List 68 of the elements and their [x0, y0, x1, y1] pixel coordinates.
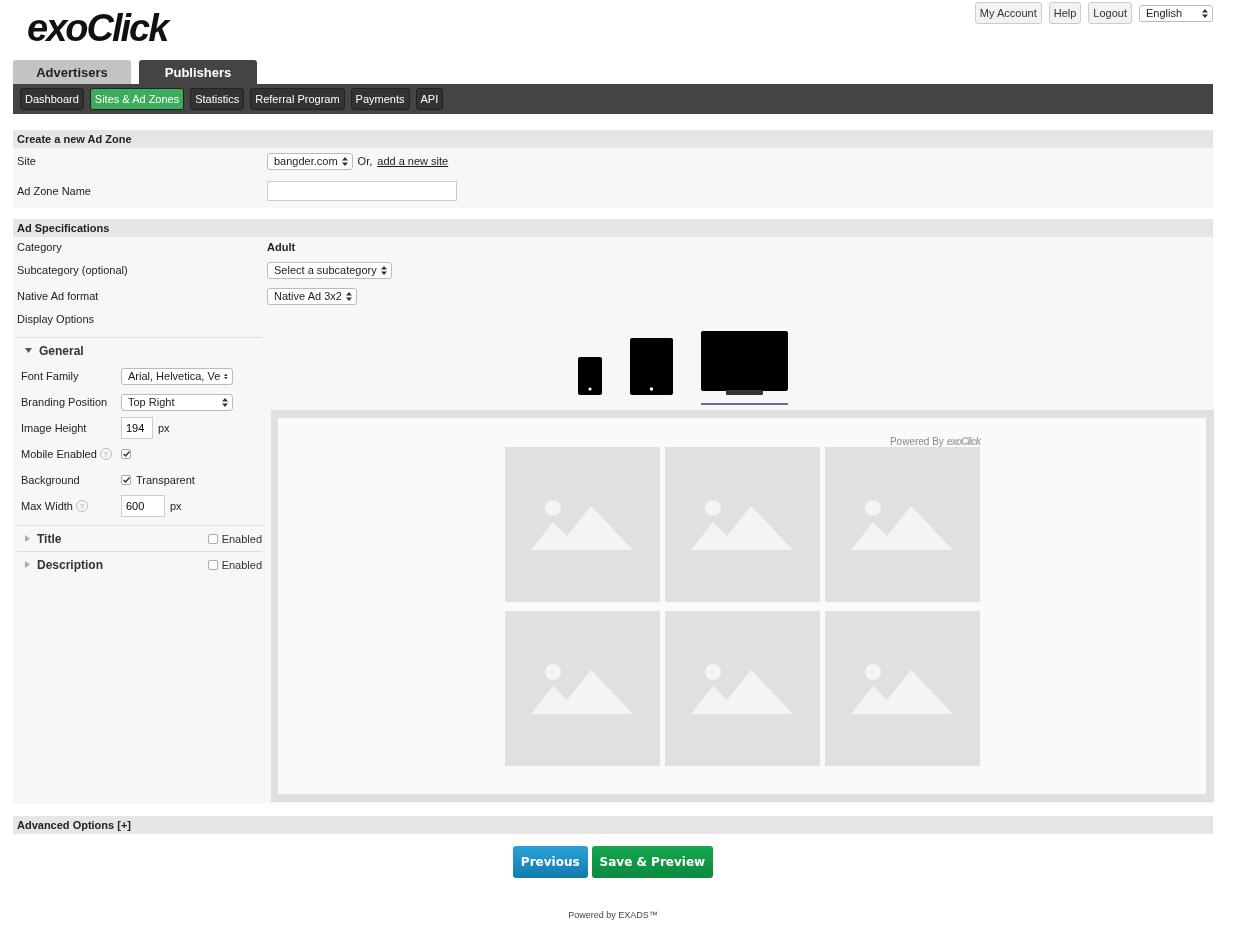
field-label: Max Width	[21, 500, 73, 512]
powered-by-text: Powered By	[889, 435, 944, 447]
checkbox-label: Enabled	[221, 532, 262, 545]
checkbox[interactable]	[207, 533, 218, 544]
header-button[interactable]: Logout	[1088, 2, 1132, 24]
updown-icon	[224, 371, 228, 381]
field-label: Font Family	[21, 370, 79, 382]
panel-title[interactable]: Description	[37, 557, 103, 572]
nav-button[interactable]: Statistics	[190, 88, 245, 110]
checkbox[interactable]	[121, 449, 131, 459]
monitor-icon	[700, 331, 788, 395]
field-label: Subcategory (optional)	[17, 264, 129, 276]
zone-name-field[interactable]	[267, 181, 457, 201]
field-label: Site	[17, 155, 37, 167]
unit-label: px	[158, 422, 170, 434]
checkbox-label: Transparent	[136, 474, 195, 486]
select-field[interactable]: bangder.com	[267, 152, 353, 170]
nav-button[interactable]: API	[415, 88, 444, 110]
field-label: Ad Zone Name	[17, 185, 92, 197]
caret-right-icon	[25, 561, 30, 568]
advanced-options-toggle[interactable]: Advanced Options [+]	[13, 816, 1213, 834]
footer-text: Powered by EXADS™	[568, 910, 658, 920]
tab[interactable]: Publishers	[139, 60, 257, 84]
select-field[interactable]: Select a subcategory	[267, 261, 392, 279]
panel-title[interactable]: General	[39, 343, 84, 358]
field-label: Mobile Enabled	[21, 448, 97, 460]
updown-icon	[380, 265, 387, 275]
select-field[interactable]: English	[1139, 4, 1213, 22]
updown-icon	[341, 156, 348, 166]
caret-right-icon	[25, 535, 30, 542]
add-site-link[interactable]: add a new site	[377, 155, 449, 167]
checkbox[interactable]	[207, 559, 218, 570]
field-label: Native Ad format	[17, 290, 100, 302]
tab[interactable]: Advertisers	[13, 60, 131, 84]
header-button[interactable]: My Account	[974, 2, 1042, 24]
checkbox-label: Enabled	[221, 558, 262, 571]
category-value: Adult	[267, 241, 297, 253]
header-button[interactable]: Help	[1048, 2, 1082, 24]
field-label: Image Height	[21, 422, 87, 434]
select-field[interactable]: Native Ad 3x2	[267, 287, 357, 305]
nav-button[interactable]: Dashboard	[20, 88, 84, 110]
section-header: Create a new Ad Zone	[13, 130, 1213, 148]
nav-button[interactable]: Referral Program	[250, 88, 345, 110]
tablet-icon	[629, 338, 673, 395]
select-field[interactable]: Top Right	[121, 393, 233, 411]
number-field[interactable]: 600	[121, 495, 165, 517]
phone-icon	[577, 357, 602, 395]
save-preview-button[interactable]: Save & Preview	[591, 846, 714, 878]
updown-icon	[345, 291, 352, 301]
nav-button[interactable]: Payments	[350, 88, 410, 110]
updown-icon	[1202, 8, 1208, 18]
field-label: Branding Position	[21, 396, 108, 408]
or-text: Or,	[357, 155, 373, 167]
checkbox[interactable]	[121, 475, 131, 485]
brand-logo: exoClick	[946, 435, 980, 447]
select-field[interactable]: Arial, Helvetica, Ve	[121, 367, 233, 385]
panel-title[interactable]: Title	[37, 531, 62, 546]
updown-icon	[222, 397, 228, 407]
field-label: Category	[17, 241, 63, 253]
section-header: Ad Specifications	[13, 219, 1213, 237]
logo[interactable]: exoClick	[27, 6, 168, 50]
field-label: Background	[21, 474, 80, 486]
caret-down-icon	[25, 348, 32, 353]
previous-button[interactable]: Previous	[512, 846, 588, 878]
unit-label: px	[170, 500, 182, 512]
number-field[interactable]: 194	[121, 417, 153, 439]
field-label: Display Options	[17, 313, 95, 325]
device-tab[interactable]	[700, 331, 788, 405]
